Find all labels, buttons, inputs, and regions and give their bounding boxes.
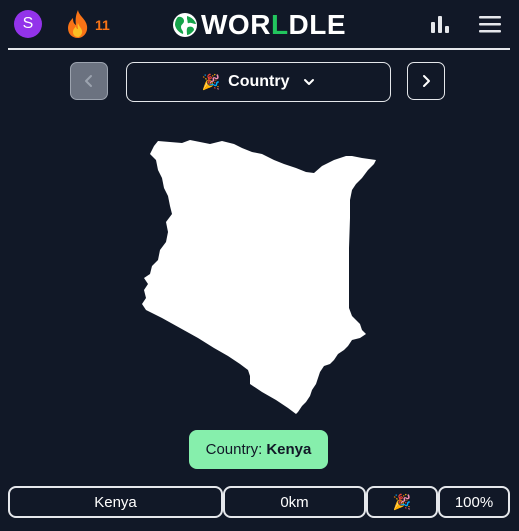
party-popper-icon: 🎉 [201, 74, 221, 91]
streak-count: 11 [95, 17, 110, 33]
country-silhouette-map [142, 140, 376, 414]
chevron-right-icon [423, 75, 430, 87]
answer-country: Kenya [266, 441, 312, 458]
next-category-button[interactable] [407, 62, 445, 100]
worldle-app: S 11 WOR L DLE 🎉 Country Country: Kenya … [0, 0, 519, 531]
guess-proximity: 100% [454, 493, 494, 511]
chevron-left-icon [85, 75, 92, 87]
logo-text-2: L [270, 9, 289, 40]
guess-direction-cell: 🎉 [366, 486, 438, 518]
avatar-initial: S [22, 15, 34, 32]
answer-prefix: Country: [205, 441, 263, 458]
flame-icon [68, 10, 88, 38]
category-dropdown[interactable]: 🎉 Country [126, 62, 391, 102]
guess-proximity-cell: 100% [438, 486, 510, 518]
worldle-logo: WOR L DLE [172, 9, 347, 40]
bar-chart-icon[interactable] [429, 14, 451, 34]
party-popper-icon: 🎉 [392, 494, 412, 511]
guess-country-cell: Kenya [8, 486, 223, 518]
category-label: Country [228, 73, 290, 90]
streak-indicator[interactable]: 11 [65, 9, 110, 39]
logo-text-1: WOR [201, 9, 271, 40]
guess-country: Kenya [94, 493, 137, 511]
country-outline [142, 140, 376, 414]
guess-distance-cell: 0km [223, 486, 366, 518]
guess-distance: 0km [280, 493, 309, 511]
answer-banner: Country: Kenya [189, 430, 328, 469]
hamburger-menu-icon[interactable] [478, 14, 502, 34]
header-bar: S 11 WOR L DLE [8, 0, 510, 50]
globe-icon [173, 13, 197, 37]
logo-text-3: DLE [288, 9, 347, 40]
previous-category-button[interactable] [70, 62, 108, 100]
chevron-down-icon [303, 79, 314, 85]
user-avatar[interactable]: S [14, 10, 42, 38]
